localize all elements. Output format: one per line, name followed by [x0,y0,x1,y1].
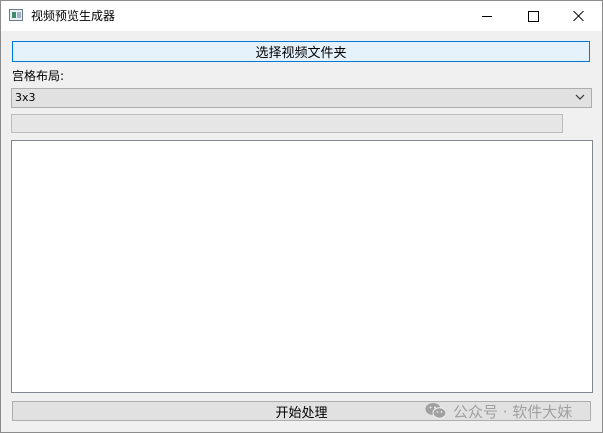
start-processing-label: 开始处理 [275,405,328,421]
close-button[interactable] [556,1,602,31]
maximize-icon [527,10,539,22]
close-icon [573,10,585,22]
minimize-button[interactable] [464,1,510,31]
app-window: 视频预览生成器 选择视频文件夹 宫格布局: 3x3 开始处理 公众号 · 软件大… [0,0,603,433]
wechat-icon [425,403,447,419]
log-textarea[interactable] [11,140,593,393]
title-bar[interactable]: 视频预览生成器 [1,1,602,31]
select-folder-label: 选择视频文件夹 [255,46,347,61]
progress-bar [11,114,563,133]
minimize-icon [482,15,492,17]
maximize-button[interactable] [510,1,556,31]
grid-layout-value: 3x3 [15,91,36,104]
grid-layout-select[interactable]: 3x3 [11,88,592,108]
watermark-text: 公众号 · 软件大妹 [453,402,573,421]
chevron-down-icon [575,94,585,100]
grid-layout-label: 宫格布局: [12,69,65,83]
watermark: 公众号 · 软件大妹 [425,400,572,422]
window-title: 视频预览生成器 [31,9,116,23]
app-icon [9,9,23,21]
select-folder-button[interactable]: 选择视频文件夹 [12,41,590,62]
